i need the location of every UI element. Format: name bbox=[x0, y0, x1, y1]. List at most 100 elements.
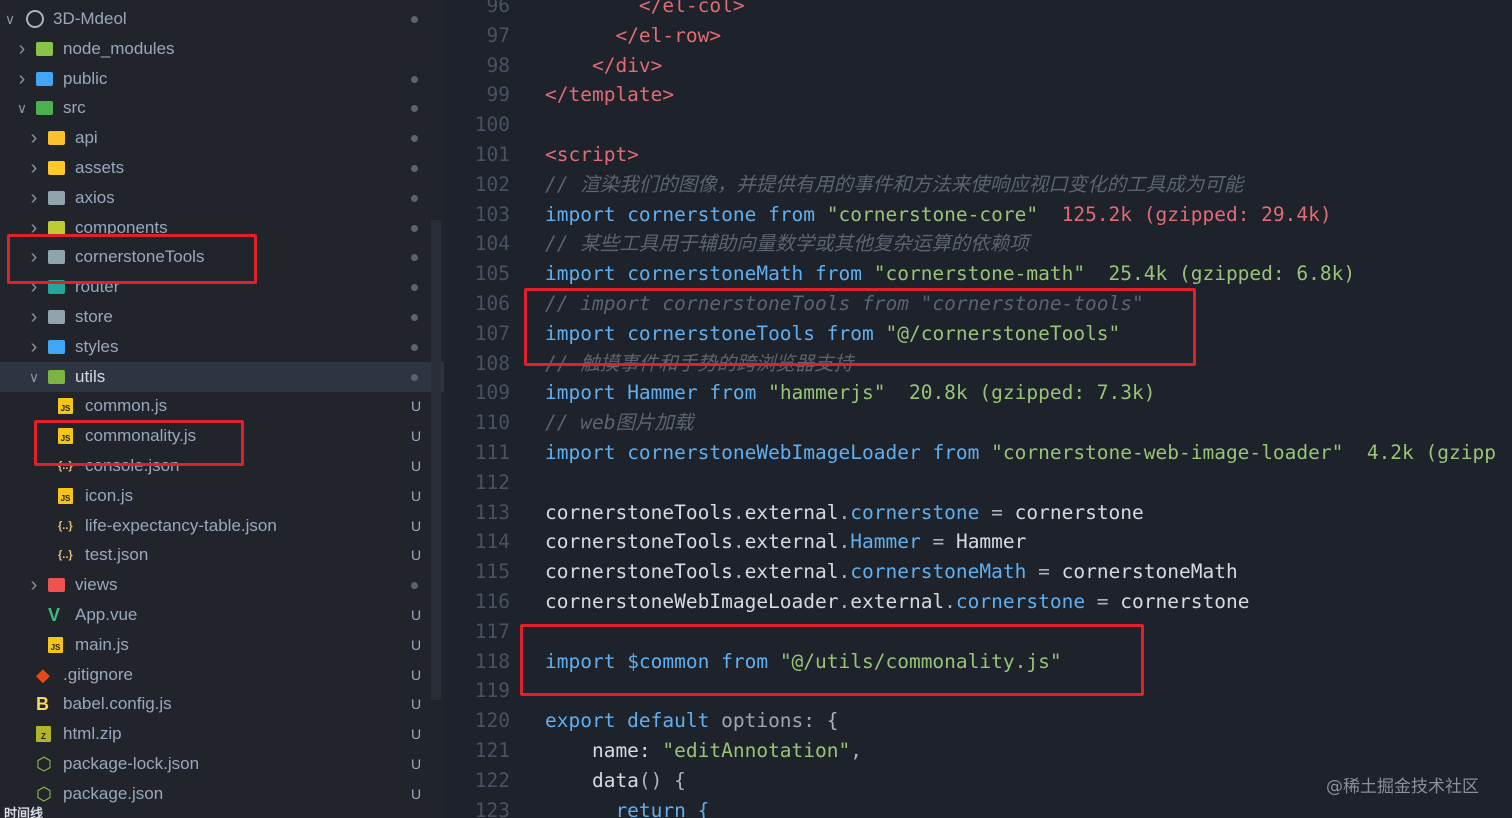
js-file-icon: JS bbox=[58, 487, 73, 504]
code-line[interactable]: 104 // 某些工具用于辅助向量数学或其他复杂运算的依赖项 bbox=[444, 229, 1512, 259]
tree-item-styles[interactable]: › styles bbox=[0, 332, 444, 362]
code-line[interactable]: 113 cornerstoneTools.external.cornerstone… bbox=[444, 498, 1512, 528]
code-line[interactable]: 100 bbox=[444, 110, 1512, 140]
code-line[interactable]: 97 </el-row> bbox=[444, 21, 1512, 51]
code-text: cornerstoneWebImageLoader.external.corne… bbox=[545, 590, 1250, 613]
line-number: 102 bbox=[474, 172, 510, 196]
tree-item-src[interactable]: ∨ src bbox=[0, 93, 444, 123]
explorer-scrollbar[interactable] bbox=[431, 220, 441, 700]
folder-views-icon bbox=[48, 578, 65, 593]
line-number: 99 bbox=[486, 83, 510, 107]
code-line[interactable]: 99 </template> bbox=[444, 80, 1512, 110]
modified-dot-icon bbox=[411, 105, 418, 113]
git-status-badge: U bbox=[410, 785, 422, 802]
tree-item-label: node_modules bbox=[63, 38, 175, 58]
code-line[interactable]: 114 cornerstoneTools.external.Hammer = Ha… bbox=[444, 527, 1512, 557]
file-explorer: ∨ 3D-Mdeol › node_modules › public ∨ src › api › as… bbox=[0, 0, 444, 818]
tree-item-test-json[interactable]: {..} test.json U bbox=[0, 540, 444, 570]
modified-dot-icon bbox=[411, 16, 418, 23]
tree-item-icon-js[interactable]: JS icon.js U bbox=[0, 481, 444, 511]
git-status-badge: U bbox=[410, 636, 422, 653]
git-status-badge: U bbox=[410, 458, 422, 474]
tree-item-app-vue[interactable]: V App.vue U bbox=[0, 600, 444, 630]
tree-item-store[interactable]: › store bbox=[0, 302, 444, 332]
js-file-icon: JS bbox=[58, 398, 73, 415]
tree-item-axios[interactable]: › axios bbox=[0, 183, 444, 213]
code-line[interactable]: 112 bbox=[444, 468, 1512, 498]
tree-item-package-lock-json[interactable]: ⬡ package-lock.json U bbox=[0, 749, 444, 779]
tree-item-package-json[interactable]: ⬡ package.json U bbox=[0, 779, 444, 809]
chevron-down-icon[interactable]: ∨ bbox=[2, 4, 18, 34]
modified-dot-icon bbox=[411, 284, 418, 292]
line-number: 110 bbox=[474, 411, 510, 435]
tree-item-label: html.zip bbox=[63, 724, 122, 744]
folder-icon bbox=[48, 310, 65, 324]
chevron-right-icon[interactable]: › bbox=[26, 570, 42, 600]
code-line[interactable]: 101 <script> bbox=[444, 140, 1512, 170]
code-line[interactable]: 109 import Hammer from "hammerjs" 20.8k (… bbox=[444, 378, 1512, 408]
line-number: 121 bbox=[474, 739, 510, 762]
code-text: export default options: { bbox=[545, 709, 839, 733]
tree-item--gitignore[interactable]: ◆ .gitignore U bbox=[0, 660, 444, 690]
line-number: 116 bbox=[474, 590, 510, 613]
tree-item-main-js[interactable]: JS main.js U bbox=[0, 630, 444, 660]
tree-item-html-zip[interactable]: Zhtml.zip U bbox=[0, 719, 444, 749]
tree-item-3d-mdeol[interactable]: ∨ 3D-Mdeol bbox=[0, 4, 444, 34]
line-number: 103 bbox=[474, 202, 510, 226]
tree-item-views[interactable]: › views bbox=[0, 570, 444, 600]
tree-item-label: assets bbox=[75, 158, 125, 177]
code-line[interactable]: 123 return { bbox=[444, 796, 1512, 818]
chevron-right-icon[interactable]: › bbox=[14, 34, 30, 64]
code-editor[interactable]: 96 </el-col> 97 </el-row> 98 </div> 99 </tem… bbox=[444, 0, 1512, 818]
chevron-down-icon[interactable]: ∨ bbox=[26, 362, 42, 392]
code-line[interactable]: 111 import cornerstoneWebImageLoader from… bbox=[444, 438, 1512, 468]
tree-item-node-modules[interactable]: › node_modules bbox=[0, 34, 444, 64]
tree-item-label: axios bbox=[75, 187, 115, 207]
modified-dot-icon bbox=[411, 224, 418, 232]
modified-dot-icon bbox=[411, 194, 418, 202]
code-text: name: "editAnnotation", bbox=[545, 739, 862, 762]
vue-file-icon: V bbox=[48, 605, 61, 625]
tree-item-label: public bbox=[63, 68, 108, 88]
folder-node-icon bbox=[36, 41, 53, 56]
timeline-section-label[interactable]: 时间线 bbox=[4, 803, 43, 818]
modified-dot-icon bbox=[411, 373, 418, 381]
chevron-right-icon[interactable]: › bbox=[26, 123, 42, 153]
tree-item-babel-config-js[interactable]: Bbabel.config.js U bbox=[0, 689, 444, 719]
tree-item-assets[interactable]: › assets bbox=[0, 153, 444, 183]
code-line[interactable]: 115 cornerstoneTools.external.cornerstone… bbox=[444, 557, 1512, 587]
line-number: 108 bbox=[474, 351, 510, 375]
code-line[interactable]: 96 </el-col> bbox=[444, 0, 1512, 21]
code-line[interactable]: 116 cornerstoneWebImageLoader.external.co… bbox=[444, 587, 1512, 617]
tree-item-public[interactable]: › public bbox=[0, 64, 444, 94]
tree-item-label: main.js bbox=[75, 634, 129, 654]
chevron-down-icon[interactable]: ∨ bbox=[14, 93, 30, 123]
chevron-right-icon[interactable]: › bbox=[26, 332, 42, 362]
highlight-commonality-file bbox=[34, 420, 244, 466]
highlight-cornerstoneTools-import bbox=[524, 288, 1196, 366]
json-file-icon: {..} bbox=[58, 519, 73, 532]
code-line[interactable]: 102 // 渲染我们的图像，并提供有用的事件和方法来使响应视口变化的工具成为可能 bbox=[444, 170, 1512, 200]
code-line[interactable]: 121 name: "editAnnotation", bbox=[444, 736, 1512, 766]
chevron-right-icon[interactable]: › bbox=[26, 153, 42, 183]
code-line[interactable]: 105 import cornerstoneMath from "cornerst… bbox=[444, 259, 1512, 289]
code-text: // 某些工具用于辅助向量数学或其他复杂运算的依赖项 bbox=[545, 232, 1029, 256]
tree-item-api[interactable]: › api bbox=[0, 123, 444, 153]
line-number: 111 bbox=[474, 441, 510, 464]
code-line[interactable]: 120 export default options: { bbox=[444, 706, 1512, 736]
chevron-right-icon[interactable]: › bbox=[26, 183, 42, 213]
tree-item-label: .gitignore bbox=[63, 664, 133, 684]
zip-file-icon: Z bbox=[36, 726, 51, 743]
code-text: import cornerstoneWebImageLoader from "c… bbox=[545, 441, 1496, 464]
tree-item-common-js[interactable]: JS common.js U bbox=[0, 391, 444, 421]
code-line[interactable]: 110 // web图片加载 bbox=[444, 408, 1512, 438]
code-line[interactable]: 98 </div> bbox=[444, 51, 1512, 81]
line-number: 120 bbox=[474, 709, 510, 733]
tree-item-life-expectancy-table-json[interactable]: {..} life-expectancy-table.json U bbox=[0, 511, 444, 541]
chevron-right-icon[interactable]: › bbox=[26, 302, 42, 332]
tree-item-utils[interactable]: ∨ utils bbox=[0, 361, 444, 392]
chevron-right-icon[interactable]: › bbox=[14, 64, 30, 94]
tree-item-label: src bbox=[63, 98, 86, 118]
line-number: 106 bbox=[474, 292, 510, 315]
code-line[interactable]: 103 import cornerstone from "cornerstone-… bbox=[444, 200, 1512, 230]
